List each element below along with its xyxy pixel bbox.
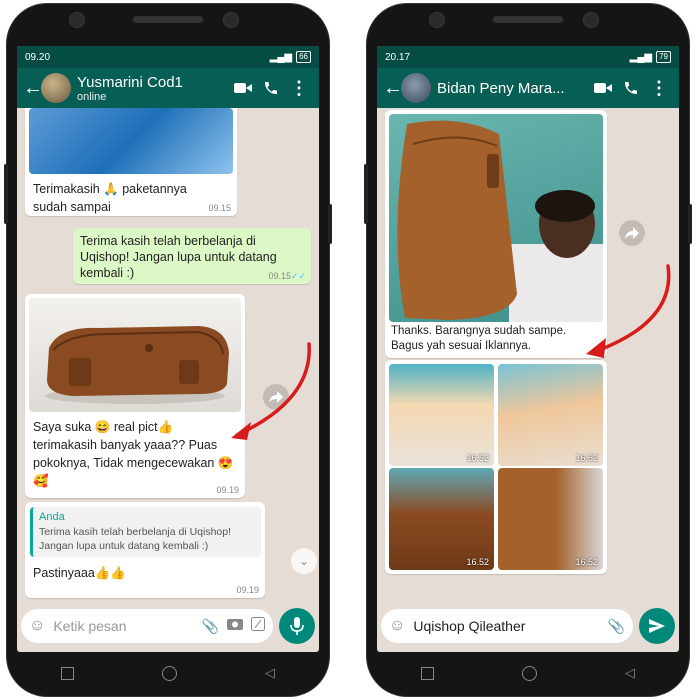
recents-icon[interactable] bbox=[421, 666, 434, 680]
home-icon[interactable] bbox=[522, 665, 537, 681]
video-call-icon[interactable] bbox=[589, 81, 617, 95]
sensor-icon bbox=[583, 12, 599, 28]
message-incoming[interactable]: Terimakasih 🙏 paketannya sudah sampai 09… bbox=[25, 108, 237, 216]
video-call-icon[interactable] bbox=[229, 81, 257, 95]
left-phone: 09.20 ▂▄▆ 66 ← Yusmarini Cod1 online ⋮ T… bbox=[4, 4, 332, 696]
message-incoming[interactable]: Saya suka 😄 real pict👍 terimakasih banya… bbox=[25, 294, 245, 498]
customer-bag-photo[interactable] bbox=[389, 114, 603, 322]
attach-icon[interactable]: 📎 bbox=[608, 618, 625, 635]
message-input[interactable]: ☺ Ketik pesan 📎 bbox=[21, 609, 273, 643]
photo-time: 16.52 bbox=[575, 453, 598, 463]
contact-status: online bbox=[77, 90, 107, 103]
contact-name[interactable]: Bidan Peny Mara... bbox=[437, 80, 589, 97]
read-receipt-icon: ✓✓ bbox=[290, 271, 306, 281]
photo-album[interactable]: 16.52 16.52 16.52 16.52 bbox=[385, 360, 607, 574]
chat-header: ← Bidan Peny Mara... ⋮ bbox=[377, 68, 679, 108]
photo-time: 16.52 bbox=[466, 453, 489, 463]
contact-name[interactable]: Yusmarini Cod1 bbox=[77, 74, 229, 91]
status-time: 09.20 bbox=[25, 51, 51, 63]
scroll-down-icon[interactable]: ⌄ bbox=[291, 548, 317, 574]
recents-icon[interactable] bbox=[61, 666, 74, 680]
message-text: Saya suka 😄 real pict👍 terimakasih banya… bbox=[33, 420, 234, 488]
message-input[interactable]: ☺ Uqishop Qileather 📎 bbox=[381, 609, 633, 643]
package-photo[interactable] bbox=[29, 108, 233, 174]
send-button[interactable] bbox=[639, 608, 675, 644]
back-arrow-icon[interactable]: ← bbox=[383, 77, 403, 100]
quoted-message[interactable]: Anda Terima kasih telah berbelanja di Uq… bbox=[30, 507, 261, 557]
signal-icon: ▂▄▆ bbox=[629, 51, 653, 63]
message-time: 09.15 bbox=[268, 271, 291, 281]
camera-icon bbox=[69, 12, 85, 28]
composer: ☺ Ketik pesan 📎 bbox=[21, 608, 315, 644]
avatar[interactable] bbox=[41, 73, 71, 103]
rupiah-payment-icon[interactable] bbox=[251, 616, 265, 636]
mic-button[interactable] bbox=[279, 608, 315, 644]
album-photo[interactable]: 16.52 bbox=[389, 468, 494, 570]
message-time: 09.19 bbox=[216, 485, 239, 495]
photo-time: 16.52 bbox=[466, 557, 489, 567]
message-text: Terimakasih 🙏 paketannya sudah sampai bbox=[33, 182, 187, 214]
album-photo[interactable]: 16.52 bbox=[389, 364, 494, 466]
emoji-icon[interactable]: ☺ bbox=[29, 617, 45, 635]
message-time: 09.19 bbox=[236, 585, 259, 595]
sensor-icon bbox=[223, 12, 239, 28]
message-outgoing[interactable]: Terima kasih telah berbelanja di Uqishop… bbox=[73, 228, 311, 284]
signal-icon: ▂▄▆ bbox=[269, 51, 293, 63]
earpiece bbox=[493, 16, 563, 23]
status-bar: 09.20 ▂▄▆ 66 bbox=[17, 46, 319, 68]
composer: ☺ Uqishop Qileather 📎 bbox=[381, 608, 675, 644]
message-incoming[interactable]: Thanks. Barangnya sudah sampe. Bagus yah… bbox=[385, 110, 607, 358]
message-list: Terimakasih 🙏 paketannya sudah sampai 09… bbox=[17, 108, 319, 600]
album-photo[interactable]: 16.52 bbox=[498, 468, 603, 570]
message-time: 09.15 bbox=[208, 203, 231, 213]
message-text-value: Uqishop Qileather bbox=[413, 618, 526, 634]
photo-time: 16.52 bbox=[575, 557, 598, 567]
back-arrow-icon[interactable]: ← bbox=[23, 77, 43, 100]
quote-text: Terima kasih telah berbelanja di Uqishop… bbox=[39, 526, 232, 552]
phone-call-icon[interactable] bbox=[617, 80, 645, 96]
message-list: Thanks. Barangnya sudah sampe. Bagus yah… bbox=[377, 108, 679, 600]
battery-icon: 66 bbox=[296, 51, 311, 63]
more-options-icon[interactable]: ⋮ bbox=[285, 78, 313, 99]
forward-icon[interactable] bbox=[619, 220, 645, 246]
chat-screen: 09.20 ▂▄▆ 66 ← Yusmarini Cod1 online ⋮ T… bbox=[17, 46, 319, 652]
quote-author: Anda bbox=[39, 511, 65, 523]
leather-bag-photo[interactable] bbox=[29, 298, 241, 412]
android-navbar: ◁ bbox=[377, 656, 679, 690]
more-options-icon[interactable]: ⋮ bbox=[645, 78, 673, 99]
right-phone: 20.17 ▂▄▆ 79 ← Bidan Peny Mara... ⋮ Than… bbox=[364, 4, 692, 696]
forward-icon[interactable] bbox=[263, 384, 289, 410]
attach-icon[interactable]: 📎 bbox=[202, 618, 219, 635]
message-text: Thanks. Barangnya sudah sampe. Bagus yah… bbox=[391, 325, 567, 352]
message-text: Pastinyaaa👍👍 bbox=[33, 566, 126, 580]
avatar[interactable] bbox=[401, 73, 431, 103]
status-bar: 20.17 ▂▄▆ 79 bbox=[377, 46, 679, 68]
message-placeholder: Ketik pesan bbox=[53, 618, 127, 634]
earpiece bbox=[133, 16, 203, 23]
message-incoming[interactable]: Anda Terima kasih telah berbelanja di Uq… bbox=[25, 502, 265, 598]
volume-button bbox=[4, 164, 8, 224]
chat-screen: 20.17 ▂▄▆ 79 ← Bidan Peny Mara... ⋮ Than… bbox=[377, 46, 679, 652]
volume-button bbox=[364, 164, 368, 224]
status-time: 20.17 bbox=[385, 51, 411, 63]
emoji-icon[interactable]: ☺ bbox=[389, 617, 405, 635]
chat-header: ← Yusmarini Cod1 online ⋮ bbox=[17, 68, 319, 108]
phone-call-icon[interactable] bbox=[257, 80, 285, 96]
home-icon[interactable] bbox=[162, 665, 177, 681]
nav-back-icon[interactable]: ◁ bbox=[265, 665, 275, 681]
album-photo[interactable]: 16.52 bbox=[498, 364, 603, 466]
camera-icon bbox=[429, 12, 445, 28]
power-button bbox=[688, 204, 692, 244]
power-button bbox=[328, 204, 332, 244]
nav-back-icon[interactable]: ◁ bbox=[625, 665, 635, 681]
camera-icon[interactable] bbox=[227, 617, 243, 635]
android-navbar: ◁ bbox=[17, 656, 319, 690]
battery-icon: 79 bbox=[656, 51, 671, 63]
